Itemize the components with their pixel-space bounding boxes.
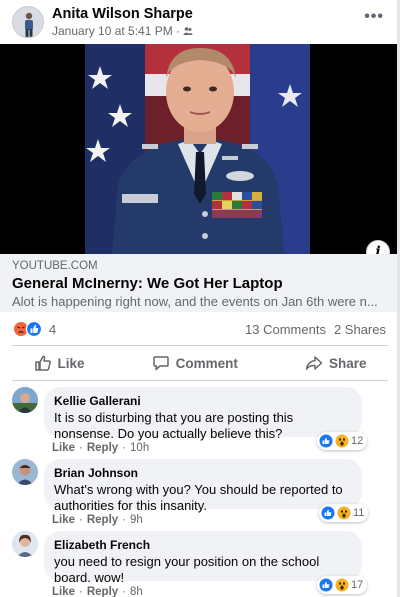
divider <box>12 380 388 381</box>
post-header: Anita Wilson Sharpe January 10 at 5:41 P… <box>0 0 400 44</box>
comment-bubble: Kellie Gallerani It is so disturbing tha… <box>44 387 362 441</box>
post-timestamp[interactable]: January 10 at 5:41 PM <box>52 24 173 38</box>
thumbs-up-icon <box>34 355 51 371</box>
video-thumbnail[interactable]: i <box>0 44 400 254</box>
action-bar: Like Comment Share <box>0 346 400 380</box>
comment-actions: Like · Reply · 8h <box>52 586 143 597</box>
comment-label: Comment <box>175 355 238 371</box>
comment-reactions[interactable]: 11 <box>319 504 369 522</box>
link-description: Alot is happening right now, and the eve… <box>12 294 378 309</box>
comment-bubble: Brian Johnson What's wrong with you? You… <box>44 459 362 513</box>
wow-reaction-icon <box>335 434 349 448</box>
commenter-avatar[interactable] <box>12 387 38 413</box>
shares-count[interactable]: 2 Shares <box>334 322 386 337</box>
comment-like-link[interactable]: Like <box>52 514 75 526</box>
commenter-avatar[interactable] <box>12 459 38 485</box>
more-options-button[interactable]: ••• <box>364 8 384 26</box>
comment-reply-link[interactable]: Reply <box>87 442 118 454</box>
comment-bubble: Elizabeth French you need to resign your… <box>44 531 362 585</box>
reactions-summary[interactable] <box>13 320 45 338</box>
avatar-image <box>12 531 38 557</box>
comment-reaction-count: 17 <box>351 579 364 591</box>
comment-reactions[interactable]: 17 <box>317 576 368 594</box>
comment-text: you need to resign your position on the … <box>54 554 320 585</box>
share-button[interactable]: Share <box>305 346 367 380</box>
like-button[interactable]: Like <box>34 346 85 380</box>
post-author-name[interactable]: Anita Wilson Sharpe <box>52 6 193 22</box>
link-domain: YOUTUBE.COM <box>12 260 98 272</box>
meta-separator: · <box>175 24 180 38</box>
share-icon <box>305 356 323 370</box>
separator: · <box>79 442 83 454</box>
comment-time[interactable]: 10h <box>130 442 149 454</box>
commenter-name[interactable]: Elizabeth French <box>54 538 350 552</box>
comment-text: What's wrong with you? You should be rep… <box>54 482 343 513</box>
comment-text: It is so disturbing that you are posting… <box>54 410 294 441</box>
separator: · <box>122 442 127 454</box>
wow-reaction-icon <box>337 506 351 520</box>
comment-actions: Like · Reply · 10h <box>52 442 149 454</box>
link-title[interactable]: General McInerny: We Got Her Laptop <box>12 275 283 292</box>
comment-reaction-count: 12 <box>351 435 364 447</box>
share-label: Share <box>328 355 367 371</box>
comment-like-link[interactable]: Like <box>52 586 75 597</box>
comment-time[interactable]: 9h <box>130 514 143 526</box>
commenter-avatar[interactable] <box>12 531 38 557</box>
comment-time[interactable]: 8h <box>130 586 143 597</box>
like-reaction-icon <box>321 506 335 520</box>
like-reaction-icon <box>319 434 333 448</box>
reaction-count[interactable]: 4 <box>49 322 56 337</box>
commenter-name[interactable]: Brian Johnson <box>54 466 350 480</box>
avatar-image <box>12 459 38 485</box>
like-reaction-icon <box>25 320 43 338</box>
like-label: Like <box>57 355 85 371</box>
comment-icon <box>152 356 169 371</box>
wow-reaction-icon <box>335 578 349 592</box>
friends-icon <box>183 27 193 35</box>
comments-count[interactable]: 13 Comments <box>245 322 326 337</box>
person-figure-icon <box>25 12 33 37</box>
comment-like-link[interactable]: Like <box>52 442 75 454</box>
separator: · <box>122 586 127 597</box>
comment-reaction-count: 11 <box>353 507 365 519</box>
link-preview[interactable]: YOUTUBE.COM General McInerny: We Got Her… <box>0 254 400 312</box>
author-avatar[interactable] <box>12 6 44 38</box>
separator: · <box>79 586 83 597</box>
comment-reactions[interactable]: 12 <box>317 432 368 450</box>
like-reaction-icon <box>319 578 333 592</box>
comment-reply-link[interactable]: Reply <box>87 514 118 526</box>
comment-button[interactable]: Comment <box>152 346 238 380</box>
separator: · <box>79 514 83 526</box>
avatar-image <box>12 387 38 413</box>
post-meta: January 10 at 5:41 PM · <box>52 24 193 38</box>
comment-actions: Like · Reply · 9h <box>52 514 143 526</box>
post-stats: 4 13 Comments 2 Shares <box>0 316 400 344</box>
commenter-name[interactable]: Kellie Gallerani <box>54 394 350 408</box>
comment-reply-link[interactable]: Reply <box>87 586 118 597</box>
thumbnail-image <box>0 44 400 254</box>
separator: · <box>122 514 127 526</box>
